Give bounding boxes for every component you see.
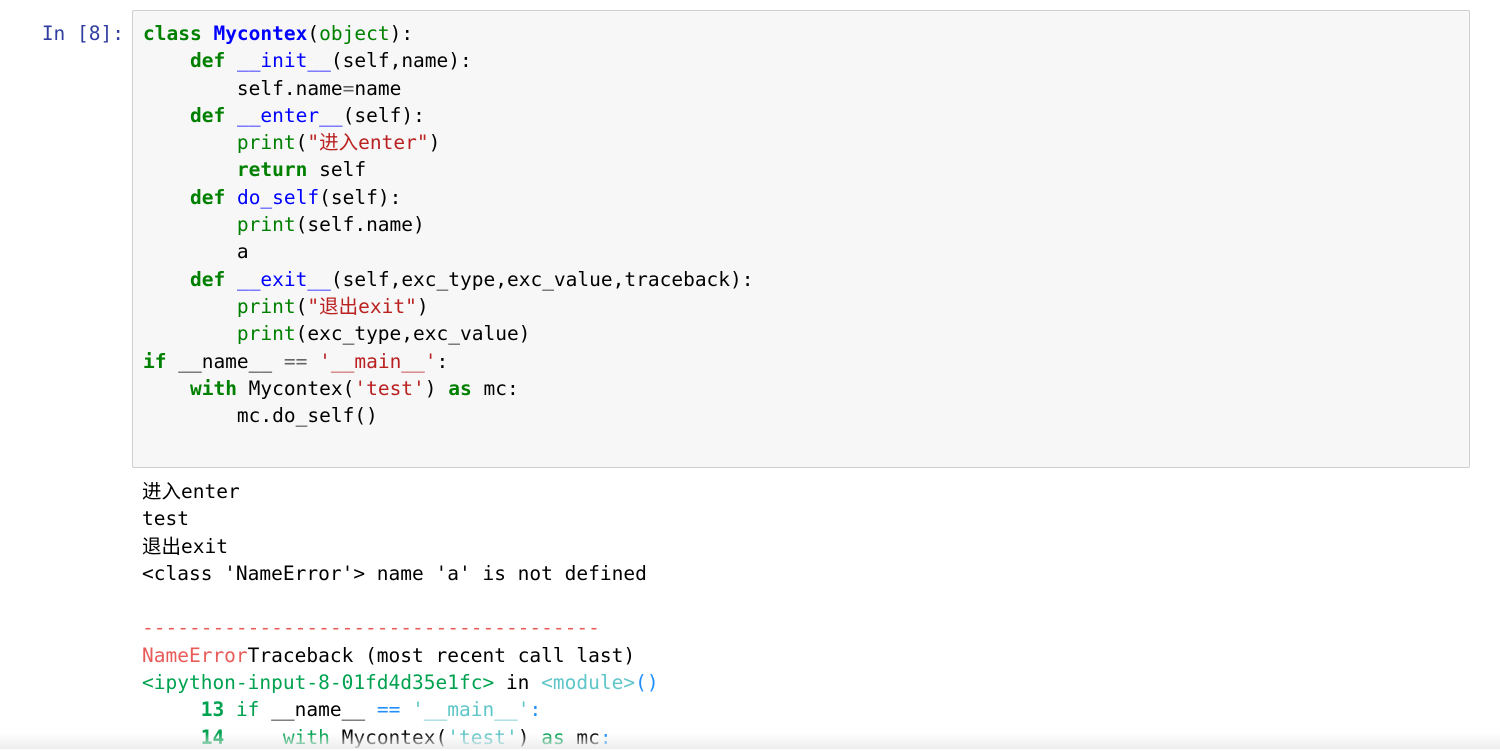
code-line-14: with Mycontex('test') as mc: <box>189 376 519 400</box>
code-line-3: self.name=name <box>143 76 402 100</box>
stdout-line: <class 'NameError'> name 'a' is not defi… <box>142 561 647 585</box>
traceback-location: <ipython-input-8-01fd4d35e1fc> in <modul… <box>142 671 659 695</box>
traceback-header: NameErrorTraceback (most recent call las… <box>142 643 636 667</box>
code-line-5: print("进入enter") <box>236 131 441 155</box>
traceback-line-13: 13 if __name__ == '__main__': <box>200 698 542 722</box>
code-cell-input[interactable]: class Mycontex(object): def __init__(sel… <box>132 10 1470 468</box>
stdout-line: 退出exit <box>142 534 228 558</box>
stdout-line: test <box>142 507 189 531</box>
code-line-11: print("退出exit") <box>236 294 429 318</box>
code-line-2: def __init__(self,name): <box>189 49 472 73</box>
code-line-10: def __exit__(self,exc_type,exc_value,tra… <box>189 267 754 291</box>
error-name: NameError <box>142 643 248 667</box>
code-line-8: print(self.name) <box>236 213 425 237</box>
cell-output: 进入enter test 退出exit <class 'NameError'> … <box>142 478 659 751</box>
code-line-7: def do_self(self): <box>189 185 402 209</box>
bottom-edge-shadow <box>0 733 1500 749</box>
code-line-4: def __enter__(self): <box>189 103 425 127</box>
stdout-line: 进入enter <box>142 480 240 503</box>
traceback-separator: --------------------------------------- <box>142 616 600 640</box>
code-line-13: if __name__ == '__main__': <box>143 349 449 373</box>
code-line-1: class Mycontex(object): <box>143 22 414 45</box>
code-line-9: a <box>143 240 249 264</box>
code-line-15: mc.do_self() <box>143 404 378 428</box>
code-line-12: print(exc_type,exc_value) <box>236 322 531 346</box>
input-prompt: In [8]: <box>41 22 124 45</box>
code-line-6: return self <box>236 158 367 182</box>
code-editor[interactable]: class Mycontex(object): def __init__(sel… <box>143 20 754 429</box>
